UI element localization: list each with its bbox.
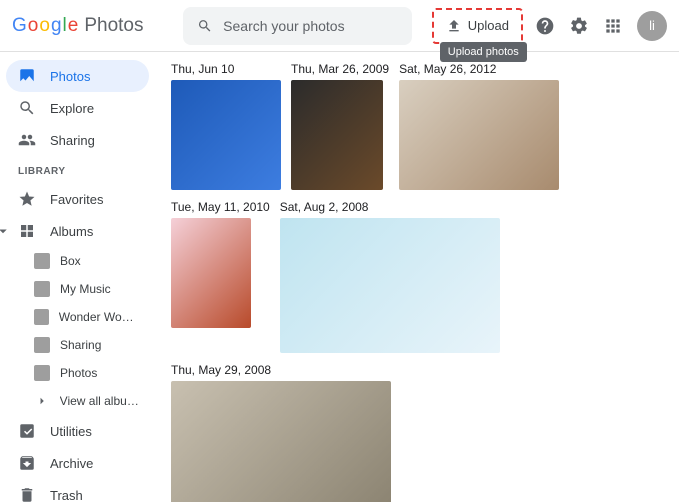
photo-grid: Thu, Jun 10 Thu, Mar 26, 2009 Sat, May 26,… <box>155 52 679 502</box>
photo-date: Sat, May 26, 2012 <box>399 62 559 76</box>
search-icon <box>197 17 213 35</box>
search-input[interactable] <box>223 18 398 34</box>
search-icon <box>18 99 36 117</box>
photo-cell[interactable]: Thu, Mar 26, 2009 <box>291 62 389 190</box>
nav-label: Photos <box>50 69 90 84</box>
nav-label: Archive <box>50 456 93 471</box>
photo-cell[interactable]: Tue, May 11, 2010 <box>171 200 270 353</box>
album-thumb <box>34 281 50 297</box>
apps-icon[interactable] <box>603 16 623 36</box>
nav-favorites[interactable]: Favorites <box>6 183 149 215</box>
nav-utilities[interactable]: Utilities <box>6 415 149 447</box>
logo[interactable]: Google Photos <box>12 15 143 37</box>
logo-text: Photos <box>84 15 143 37</box>
sidebar: Photos Explore Sharing LIBRARY Favorites… <box>0 52 155 502</box>
photos-icon <box>18 67 36 85</box>
photo-date: Thu, May 29, 2008 <box>171 363 391 377</box>
album-item[interactable]: Sharing <box>6 331 149 359</box>
upload-highlight: Upload Upload photos <box>432 8 523 44</box>
header-icons: li <box>535 11 667 41</box>
album-label: Box <box>60 254 81 268</box>
help-icon[interactable] <box>535 16 555 36</box>
archive-icon <box>18 454 36 472</box>
nav-trash[interactable]: Trash <box>6 479 149 502</box>
nav-label: Utilities <box>50 424 92 439</box>
upload-label: Upload <box>468 18 509 33</box>
album-label: My Music <box>60 282 111 296</box>
arrow-right-icon <box>34 393 50 409</box>
nav-label: Explore <box>50 101 94 116</box>
photo-thumbnail[interactable] <box>291 80 383 190</box>
album-item[interactable]: Photos <box>6 359 149 387</box>
album-thumb <box>34 365 50 381</box>
photo-date: Thu, Mar 26, 2009 <box>291 62 389 76</box>
photo-thumbnail[interactable] <box>171 80 281 190</box>
nav-label: Trash <box>50 488 83 502</box>
nav-label: Albums <box>50 224 93 239</box>
photo-cell[interactable]: Thu, May 29, 2008 <box>171 363 391 502</box>
nav-label: Favorites <box>50 192 103 207</box>
album-thumb <box>34 253 50 269</box>
album-thumb <box>34 337 50 353</box>
photo-cell[interactable]: Thu, Jun 10 <box>171 62 281 190</box>
star-icon <box>18 190 36 208</box>
nav-explore[interactable]: Explore <box>6 92 149 124</box>
nav-sharing[interactable]: Sharing <box>6 124 149 156</box>
album-label: Wonder Woma... <box>59 310 141 324</box>
album-thumb <box>34 309 49 325</box>
nav-photos[interactable]: Photos <box>6 60 149 92</box>
nav-archive[interactable]: Archive <box>6 447 149 479</box>
view-all-label: View all albums <box>60 394 141 408</box>
utilities-icon <box>18 422 36 440</box>
nav-albums[interactable]: Albums <box>6 215 149 247</box>
nav-label: Sharing <box>50 133 95 148</box>
caret-down-icon <box>0 222 12 240</box>
search-bar[interactable] <box>183 7 411 45</box>
library-header: LIBRARY <box>6 156 149 183</box>
photo-thumbnail[interactable] <box>171 381 391 502</box>
photo-date: Thu, Jun 10 <box>171 62 281 76</box>
header: Google Photos Upload Upload photos li <box>0 0 679 52</box>
upload-button[interactable]: Upload <box>436 12 519 40</box>
photo-cell[interactable]: Sat, Aug 2, 2008 <box>280 200 500 353</box>
sharing-icon <box>18 131 36 149</box>
album-item[interactable]: Box <box>6 247 149 275</box>
photo-date: Tue, May 11, 2010 <box>171 200 270 214</box>
photo-cell[interactable]: Sat, May 26, 2012 <box>399 62 559 190</box>
album-icon <box>18 222 36 240</box>
settings-icon[interactable] <box>569 16 589 36</box>
photo-thumbnail[interactable] <box>280 218 500 353</box>
album-label: Photos <box>60 366 97 380</box>
photo-date: Sat, Aug 2, 2008 <box>280 200 500 214</box>
album-label: Sharing <box>60 338 101 352</box>
view-all-albums[interactable]: View all albums <box>6 387 149 415</box>
album-item[interactable]: My Music <box>6 275 149 303</box>
photo-thumbnail[interactable] <box>399 80 559 190</box>
upload-icon <box>446 18 462 34</box>
upload-tooltip: Upload photos <box>440 42 527 62</box>
trash-icon <box>18 486 36 502</box>
album-item[interactable]: Wonder Woma... <box>6 303 149 331</box>
avatar[interactable]: li <box>637 11 667 41</box>
photo-thumbnail[interactable] <box>171 218 251 328</box>
